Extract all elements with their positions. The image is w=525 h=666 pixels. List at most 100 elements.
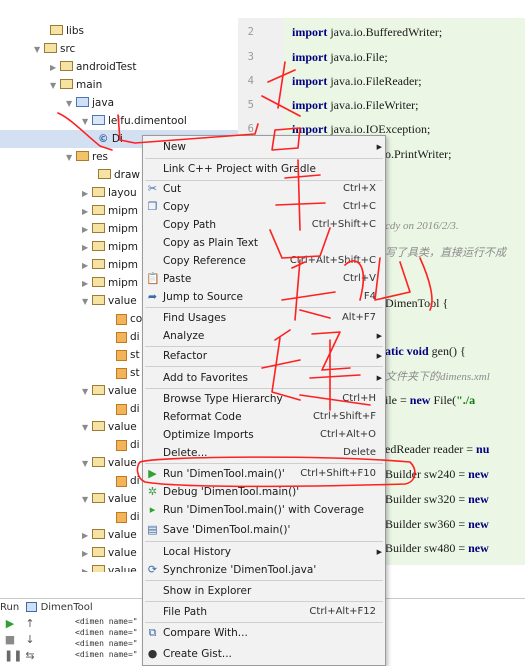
chevron-down-icon[interactable]: ▼ [82,491,92,509]
menu-item-debug[interactable]: ✲ Debug 'DimenTool.main()' [143,483,385,501]
menu-item-copy-reference[interactable]: Copy Reference Ctrl+Alt+Shift+C [143,252,385,270]
tree-item-values[interactable]: ▼ value [82,490,137,508]
arrow-up-icon[interactable]: ↑ [24,618,36,630]
tree-item-mipmap[interactable]: ▶ mipm [82,256,138,274]
line-number: 2 [247,26,254,38]
tree-item-xml[interactable]: di [116,508,140,526]
tree-item-values[interactable]: ▶ value [82,544,137,562]
chevron-right-icon[interactable]: ▶ [82,185,92,203]
code-text: Builder sw240 = [385,467,469,481]
tree-item-drawable[interactable]: draw [98,166,140,184]
keyword: import [292,25,328,39]
run-config-tab[interactable]: DimenTool [41,602,93,613]
tree-item-xml[interactable]: di [116,328,140,346]
tree-item-java[interactable]: ▼ java [66,94,114,112]
chevron-right-icon[interactable]: ▶ [82,563,92,572]
stop-icon[interactable]: ■ [4,634,16,646]
chevron-down-icon[interactable]: ▼ [82,293,92,311]
source-folder-icon [76,97,89,107]
menu-item-run-with-coverage[interactable]: ▸ Run 'DimenTool.main()' with Coverage [143,501,385,519]
chevron-right-icon[interactable]: ▶ [50,59,60,77]
menu-item-link-cpp[interactable]: Link C++ Project with Gradle [143,160,385,178]
menu-item-find-usages[interactable]: Find Usages Alt+F7 [143,309,385,327]
menu-item-new[interactable]: New ▶ [143,138,385,156]
tree-item-values[interactable]: ▶ value [82,562,137,572]
tree-item-xml[interactable]: di [116,400,140,418]
menu-item-cut[interactable]: ✂ Cut Ctrl+X [143,180,385,198]
tree-item-libs[interactable]: libs [50,22,84,40]
tree-item-main[interactable]: ▼ main [50,76,102,94]
menu-item-save-config[interactable]: ▤ Save 'DimenTool.main()' [143,521,385,539]
tree-item-xml[interactable]: st [116,364,140,382]
chevron-down-icon[interactable]: ▼ [82,419,92,437]
tree-item-values[interactable]: ▼ value [82,292,137,310]
tree-item-xml[interactable]: st [116,346,140,364]
menu-item-optimize-imports[interactable]: Optimize Imports Ctrl+Alt+O [143,426,385,444]
tree-item-mipmap[interactable]: ▶ mipm [82,238,138,256]
rerun-icon[interactable]: ▶ [4,618,16,630]
menu-item-synchronize[interactable]: ⟳ Synchronize 'DimenTool.java' [143,561,385,579]
menu-item-file-path[interactable]: File Path Ctrl+Alt+F12 [143,603,385,621]
tree-item-values[interactable]: ▼ value [82,418,137,436]
menu-item-analyze[interactable]: Analyze ▶ [143,327,385,345]
menu-item-local-history[interactable]: Local History ▶ [143,543,385,561]
menu-item-copy[interactable]: ❐ Copy Ctrl+C [143,198,385,216]
tree-item-mipmap[interactable]: ▶ mipm [82,202,138,220]
menu-separator [145,541,383,542]
tree-item-values[interactable]: ▼ value [82,454,137,472]
menu-item-add-to-favorites[interactable]: Add to Favorites ▶ [143,369,385,387]
run-tab-label[interactable]: Run [0,602,19,613]
keyword: import [292,122,328,136]
menu-item-label: Show in Explorer [163,585,252,597]
menu-item-show-in-explorer[interactable]: Show in Explorer [143,582,385,600]
menu-item-delete[interactable]: Delete... Delete [143,444,385,462]
chevron-right-icon[interactable]: ▶ [82,527,92,545]
tree-item-src[interactable]: ▼ src [34,40,75,58]
menu-item-create-gist[interactable]: ● Create Gist... [143,645,385,663]
chevron-right-icon[interactable]: ▶ [82,203,92,221]
menu-item-compare-with[interactable]: ⧉ Compare With... [143,624,385,642]
tree-item-layout[interactable]: ▶ layou [82,184,137,202]
code-line: Builder sw480 = new [385,541,489,556]
context-menu: New ▶ Link C++ Project with Gradle ✂ Cut Ct… [142,135,386,666]
tree-item-xml[interactable]: di [116,436,140,454]
chevron-right-icon[interactable]: ▶ [82,221,92,239]
tree-item-xml[interactable]: di [116,472,140,490]
chevron-down-icon[interactable]: ▼ [82,113,92,131]
paste-icon: 📋 [146,272,160,285]
menu-item-reformat-code[interactable]: Reformat Code Ctrl+Shift+F [143,408,385,426]
menu-item-refactor[interactable]: Refactor ▶ [143,347,385,365]
chevron-right-icon[interactable]: ▶ [82,239,92,257]
menu-item-paste[interactable]: 📋 Paste Ctrl+V [143,270,385,288]
tree-item-res[interactable]: ▼ res [66,148,108,166]
menu-item-jump-to-source[interactable]: ➦ Jump to Source F4 [143,288,385,306]
chevron-down-icon[interactable]: ▼ [34,41,44,59]
chevron-down-icon[interactable]: ▼ [50,77,60,95]
tree-item-values[interactable]: ▼ value [82,382,137,400]
menu-item-run[interactable]: ▶ Run 'DimenTool.main()' Ctrl+Shift+F10 [143,465,385,483]
folder-icon [92,277,105,287]
menu-item-browse-type-hierarchy[interactable]: Browse Type Hierarchy Ctrl+H [143,390,385,408]
arrow-down-icon[interactable]: ↓ [24,634,36,646]
pause-icon[interactable]: ❚❚ [4,650,22,662]
tree-item-values[interactable]: ▶ value [82,526,137,544]
tree-item-label: st [130,367,140,379]
menu-item-copy-path[interactable]: Copy Path Ctrl+Shift+C [143,216,385,234]
menu-item-copy-plain-text[interactable]: Copy as Plain Text [143,234,385,252]
chevron-right-icon[interactable]: ▶ [82,257,92,275]
tree-item-xml[interactable]: co [116,310,142,328]
tree-item-mipmap[interactable]: ▶ mipm [82,274,138,292]
tree-item-androidtest[interactable]: ▶ androidTest [50,58,137,76]
class-icon: © [98,133,109,145]
keyword: new [468,517,489,531]
tree-item-package[interactable]: ▼ leifu.dimentool [82,112,187,130]
chevron-down-icon[interactable]: ▼ [66,149,76,167]
soft-wrap-icon[interactable]: ⇆ [24,650,36,662]
code-line: edReader reader = nu [385,442,489,457]
chevron-right-icon[interactable]: ▶ [82,545,92,563]
chevron-down-icon[interactable]: ▼ [82,455,92,473]
chevron-down-icon[interactable]: ▼ [82,383,92,401]
chevron-right-icon[interactable]: ▶ [82,275,92,293]
tree-item-mipmap[interactable]: ▶ mipm [82,220,138,238]
chevron-down-icon[interactable]: ▼ [66,95,76,113]
